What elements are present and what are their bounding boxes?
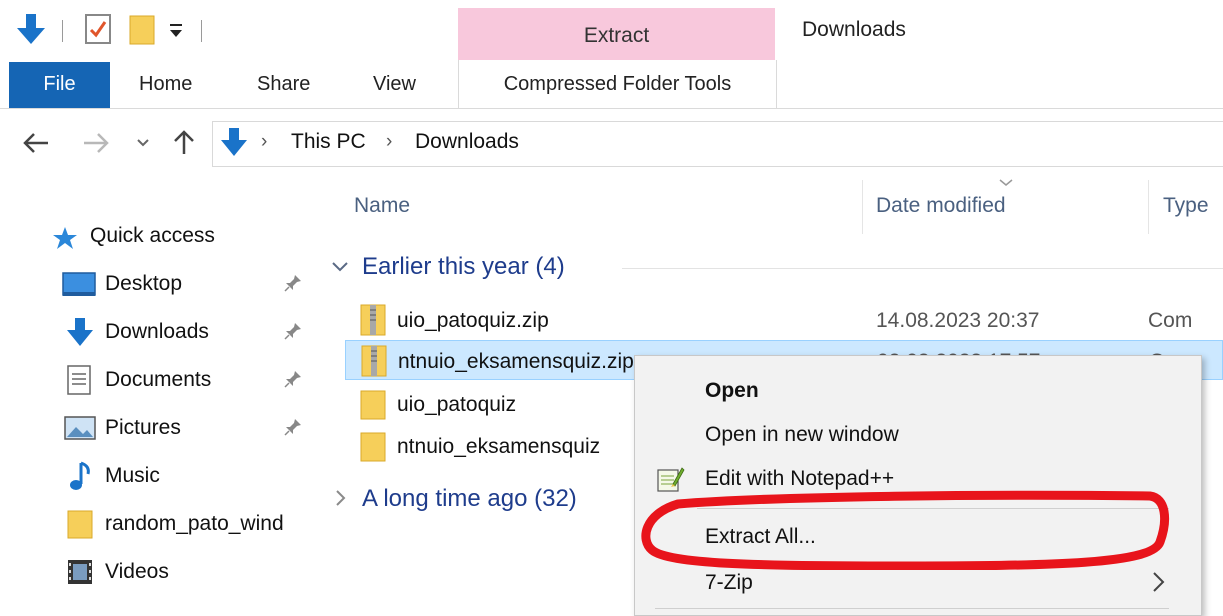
folder-icon <box>360 390 386 420</box>
zip-folder-icon <box>360 304 386 336</box>
breadcrumb-downloads[interactable]: Downloads <box>415 130 519 154</box>
nav-quick-access[interactable]: Quick access <box>0 214 315 258</box>
group-divider <box>622 268 1223 269</box>
tab-file[interactable]: File <box>9 62 110 108</box>
up-arrow-icon[interactable] <box>172 128 196 156</box>
nav-item-random-pato-wind[interactable]: random_pato_wind <box>0 502 315 546</box>
toolbar-separator <box>201 20 202 42</box>
tab-compressed-folder-tools[interactable]: Compressed Folder Tools <box>458 60 777 108</box>
menu-item-open-new-window[interactable]: Open in new window <box>635 412 1201 456</box>
file-name: ntnuio_eksamensquiz <box>397 435 601 458</box>
nav-item-label: Pictures <box>105 416 181 439</box>
file-name: uio_patoquiz <box>397 393 517 416</box>
column-header-type[interactable]: Type <box>1163 194 1223 218</box>
nav-item-documents[interactable]: Documents <box>0 358 315 402</box>
zip-folder-icon <box>361 345 387 377</box>
new-folder-icon[interactable] <box>128 12 158 46</box>
forward-arrow-icon[interactable] <box>82 132 110 154</box>
pin-icon[interactable] <box>284 274 302 292</box>
customize-toolbar-icon[interactable] <box>168 22 186 40</box>
nav-item-label: Music <box>105 464 160 487</box>
breadcrumb-separator: › <box>261 131 268 152</box>
tab-view[interactable]: View <box>373 73 416 96</box>
pin-icon[interactable] <box>284 322 302 340</box>
nav-item-music[interactable]: Music <box>0 454 315 498</box>
nav-item-downloads[interactable]: Downloads <box>0 310 315 354</box>
desktop-icon <box>62 272 96 296</box>
extract-contextual-tab[interactable]: Extract <box>458 8 775 60</box>
column-header-date-modified[interactable]: Date modified <box>876 194 1006 218</box>
recent-locations-chevron-icon[interactable] <box>136 138 150 148</box>
file-row[interactable]: uio_patoquiz.zip 14.08.2023 20:37 Com <box>345 300 1223 340</box>
back-arrow-icon[interactable] <box>22 132 50 154</box>
submenu-arrow-icon <box>1153 572 1165 592</box>
nav-item-label: Desktop <box>105 272 183 295</box>
menu-item-label: Open in new window <box>705 423 899 446</box>
pictures-icon <box>64 416 96 440</box>
music-icon <box>70 461 90 490</box>
file-date: 14.08.2023 20:37 <box>876 309 1040 332</box>
properties-icon[interactable] <box>83 12 113 46</box>
breadcrumb-separator: › <box>386 131 393 152</box>
menu-item-open[interactable]: Open <box>635 368 1201 412</box>
chevron-right-icon[interactable] <box>334 488 348 508</box>
star-icon <box>53 227 77 249</box>
breadcrumb-this-pc[interactable]: This PC <box>291 130 366 154</box>
context-menu: Open Open in new window Edit with Notepa… <box>634 355 1202 616</box>
tab-compressed-folder-tools-label: Compressed Folder Tools <box>503 73 732 95</box>
menu-item-label: Edit with Notepad++ <box>705 467 895 490</box>
group-header-earlier-this-year[interactable]: Earlier this year (4) <box>362 253 565 281</box>
tab-file-label: File <box>43 73 76 95</box>
column-header-name[interactable]: Name <box>354 194 410 218</box>
menu-item-label: 7-Zip <box>705 571 753 594</box>
pin-icon[interactable] <box>284 418 302 436</box>
chevron-down-icon[interactable] <box>330 260 350 274</box>
nav-item-videos[interactable]: Videos <box>0 550 315 594</box>
window-title: Downloads <box>802 18 906 41</box>
nav-item-label: Videos <box>105 560 169 583</box>
file-name: uio_patoquiz.zip <box>397 309 549 332</box>
documents-icon <box>67 365 91 395</box>
annotation-ellipse <box>641 490 1170 570</box>
menu-separator <box>655 608 1169 609</box>
pin-icon[interactable] <box>284 370 302 388</box>
column-divider[interactable] <box>1148 180 1149 234</box>
file-name: ntnuio_eksamensquiz.zip <box>398 350 634 373</box>
nav-item-label: random_pato_wind <box>105 512 284 535</box>
download-arrow-icon[interactable] <box>14 12 48 46</box>
extract-tab-label: Extract <box>583 24 650 47</box>
toolbar-separator <box>62 20 63 42</box>
downloads-location-icon <box>221 128 247 156</box>
sort-chevron-icon <box>999 179 1013 186</box>
nav-item-desktop[interactable]: Desktop <box>0 262 315 306</box>
nav-item-label: Documents <box>105 368 212 391</box>
folder-icon <box>360 432 386 462</box>
videos-icon <box>68 560 92 584</box>
menu-item-label: Open <box>705 379 759 402</box>
group-header-long-time-ago[interactable]: A long time ago (32) <box>362 485 577 513</box>
nav-item-label: Downloads <box>105 320 209 343</box>
file-type: Com <box>1148 309 1193 332</box>
nav-item-pictures[interactable]: Pictures <box>0 406 315 450</box>
tab-share[interactable]: Share <box>257 73 310 96</box>
nav-quick-access-label: Quick access <box>90 224 215 247</box>
tab-home[interactable]: Home <box>139 73 192 96</box>
column-divider[interactable] <box>862 180 863 234</box>
downloads-icon <box>67 318 93 346</box>
folder-icon <box>67 510 93 539</box>
